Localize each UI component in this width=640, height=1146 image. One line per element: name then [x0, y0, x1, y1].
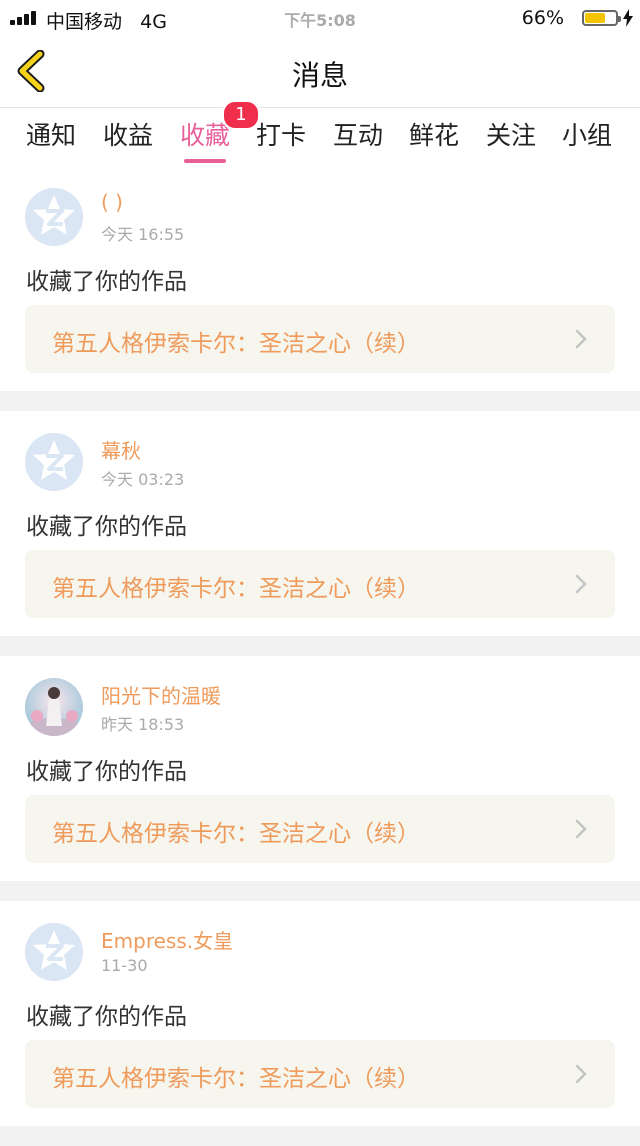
battery-icon — [582, 10, 621, 26]
work-link[interactable]: 第五人格伊索卡尔：圣洁之心（续） — [25, 1040, 615, 1108]
user-name[interactable]: ( ) — [101, 190, 123, 214]
timestamp: 今天 16:55 — [101, 225, 185, 244]
timestamp: 今天 03:23 — [101, 470, 185, 489]
photo-avatar[interactable] — [25, 678, 83, 736]
action-text: 收藏了你的作品 — [26, 759, 187, 785]
work-link[interactable]: 第五人格伊索卡尔：圣洁之心（续） — [25, 795, 615, 863]
action-text: 收藏了你的作品 — [26, 269, 187, 295]
default-avatar-icon[interactable] — [25, 433, 83, 491]
unread-badge: 1 — [222, 100, 261, 130]
tab-bar: 通知 收益 收藏 1 打卡 互动 鲜花 关注 小组 — [0, 100, 640, 166]
work-title: 第五人格伊索卡尔：圣洁之心（续） — [52, 576, 420, 602]
user-name[interactable]: 阳光下的温暖 — [101, 680, 221, 709]
tab-follows[interactable]: 关注 — [486, 116, 536, 152]
default-avatar-icon[interactable] — [25, 923, 83, 981]
chevron-right-icon — [575, 1064, 587, 1084]
work-link[interactable]: 第五人格伊索卡尔：圣洁之心（续） — [25, 305, 615, 373]
work-title: 第五人格伊索卡尔：圣洁之心（续） — [52, 821, 420, 847]
chevron-right-icon — [575, 819, 587, 839]
chevron-right-icon — [575, 574, 587, 594]
tab-interactions[interactable]: 互动 — [333, 116, 383, 152]
tab-earnings[interactable]: 收益 — [103, 116, 153, 152]
notification-card: ( ) 今天 16:55 收藏了你的作品 第五人格伊索卡尔：圣洁之心（续） — [0, 166, 640, 391]
timestamp: 昨天 18:53 — [101, 715, 185, 734]
work-title: 第五人格伊索卡尔：圣洁之心（续） — [52, 331, 420, 357]
work-link[interactable]: 第五人格伊索卡尔：圣洁之心（续） — [25, 550, 615, 618]
work-title: 第五人格伊索卡尔：圣洁之心（续） — [52, 1066, 420, 1092]
timestamp: 11-30 — [101, 956, 148, 975]
tab-checkin[interactable]: 打卡 — [256, 116, 306, 152]
notification-card: Empress.女皇 11-30 收藏了你的作品 第五人格伊索卡尔：圣洁之心（续… — [0, 901, 640, 1126]
user-name[interactable]: 幕秋 — [101, 435, 141, 464]
charging-bolt-icon — [623, 9, 633, 27]
tab-favorites[interactable]: 收藏 1 — [180, 100, 261, 163]
active-tab-indicator — [184, 159, 227, 163]
action-text: 收藏了你的作品 — [26, 1004, 187, 1030]
page-title: 消息 — [291, 59, 348, 92]
nav-bar: 消息 — [0, 36, 640, 108]
notification-card: 阳光下的温暖 昨天 18:53 收藏了你的作品 第五人格伊索卡尔：圣洁之心（续） — [0, 656, 640, 881]
tab-flowers[interactable]: 鲜花 — [409, 116, 459, 152]
user-name[interactable]: Empress.女皇 — [101, 925, 233, 954]
tab-groups[interactable]: 小组 — [562, 116, 612, 152]
notification-card: 幕秋 今天 03:23 收藏了你的作品 第五人格伊索卡尔：圣洁之心（续） — [0, 411, 640, 636]
tab-notifications[interactable]: 通知 — [26, 116, 76, 152]
default-avatar-icon[interactable] — [25, 188, 83, 246]
chevron-right-icon — [575, 329, 587, 349]
notification-list: ( ) 今天 16:55 收藏了你的作品 第五人格伊索卡尔：圣洁之心（续） 幕秋… — [0, 166, 640, 1146]
action-text: 收藏了你的作品 — [26, 514, 187, 540]
status-bar: 中国移动 4G 下午5:08 66% — [0, 0, 640, 36]
battery-percent: 66% — [521, 7, 564, 29]
